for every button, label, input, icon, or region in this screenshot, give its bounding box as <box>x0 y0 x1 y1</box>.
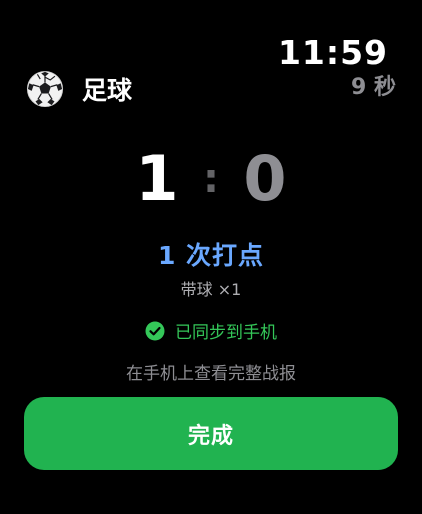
soccer-ball-icon <box>26 70 64 108</box>
away-score: 0 <box>243 142 287 215</box>
score-separator: : <box>203 156 219 202</box>
elapsed-time: 9 秒 <box>351 75 396 100</box>
home-score: 1 <box>135 142 179 215</box>
status-time: 11:59 <box>277 33 388 72</box>
hit-detail: 带球 ×1 <box>180 280 242 299</box>
sync-text: 已同步到手机 <box>175 323 277 343</box>
check-circle-icon <box>145 321 165 340</box>
scoreboard: 1 : 0 <box>0 146 422 212</box>
view-report-hint: 在手机上查看完整战报 <box>126 364 296 384</box>
app-title: 足球 <box>82 76 133 105</box>
app-header: 足球 <box>26 70 132 108</box>
done-button[interactable]: 完成 <box>24 397 398 470</box>
sync-status: 已同步到手机 <box>0 318 422 343</box>
hit-count: 1 次打点 <box>157 241 265 270</box>
